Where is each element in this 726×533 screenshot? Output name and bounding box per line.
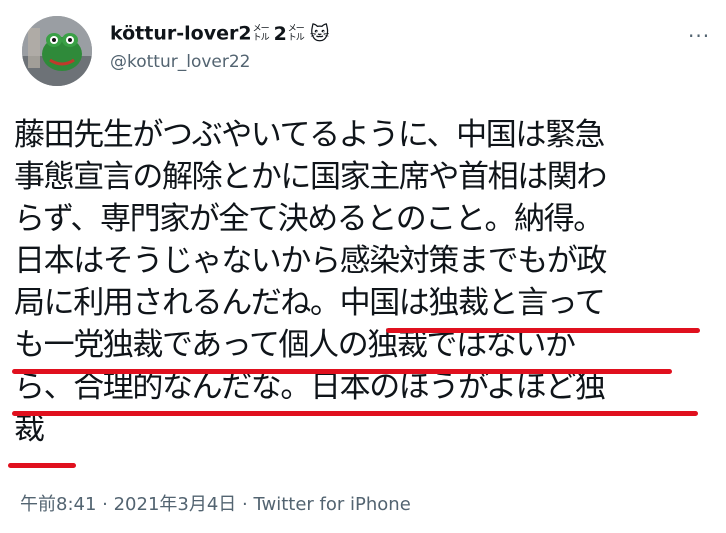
emphasis-underline (8, 463, 76, 468)
tweet-line: 事態宣言の解除とかに国家主席や首相は関わ (14, 159, 607, 195)
display-name-text: köttur-lover2 (110, 22, 252, 45)
tweet-line: 局に利用されるんだね。中国は独裁と言って (14, 285, 606, 321)
tweet-line: らず、専門家が全て決めるとのこと。納得。 (14, 201, 604, 237)
display-name[interactable]: köttur-lover2メー トル 2メー トル 🐱 (110, 22, 330, 45)
meter2-bottom: トル (287, 32, 305, 43)
meter-unit-glyph: メー トル (287, 24, 308, 43)
user-handle[interactable]: @kottur_lover22 (110, 52, 251, 72)
tweet-date[interactable]: 2021年3月4日 (114, 494, 237, 515)
meter-unit-glyph: メー トル (252, 24, 273, 43)
tweet-source[interactable]: Twitter for iPhone (253, 494, 410, 515)
meta-separator: · (96, 494, 114, 515)
tweet-time[interactable]: 午前8:41 (20, 494, 96, 515)
avatar[interactable] (22, 16, 92, 86)
tweet-line: 日本はそうじゃないから感染対策までもが政 (14, 243, 607, 279)
display-name-number: 2 (273, 22, 287, 45)
meta-separator: · (236, 494, 254, 515)
emphasis-underline (386, 328, 700, 333)
frog-avatar-image (22, 16, 92, 86)
more-options-icon[interactable]: ··· (688, 24, 710, 48)
cat-emoji-icon: 🐱 (309, 22, 330, 45)
emphasis-underline (12, 369, 672, 374)
tweet-meta: 午前8:41 · 2021年3月4日 · Twitter for iPhone (20, 490, 411, 516)
emphasis-underline (12, 411, 698, 416)
tweet-line: 藤田先生がつぶやいてるように、中国は緊急 (14, 117, 606, 153)
meter-bottom: トル (252, 32, 270, 43)
tweet-text: 藤田先生がつぶやいてるように、中国は緊急 事態宣言の解除とかに国家主席や首相は関… (14, 114, 714, 450)
